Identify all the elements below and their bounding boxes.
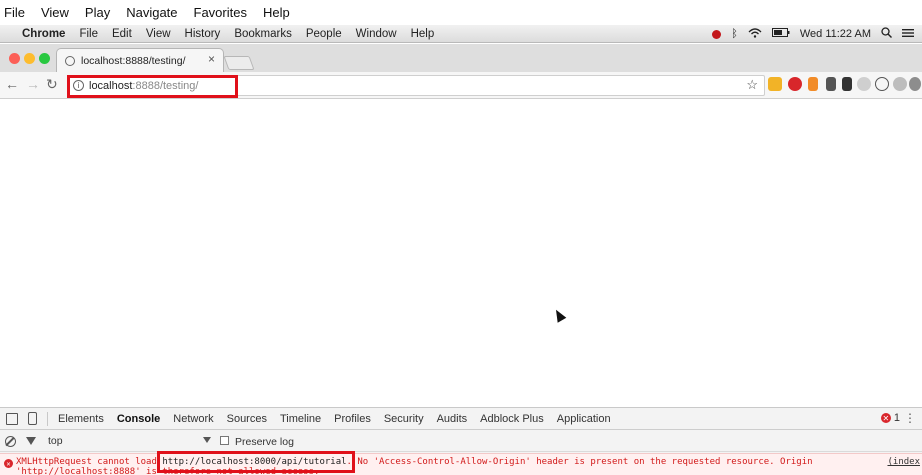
outer-menu-file[interactable]: File — [4, 5, 25, 20]
inspect-element-icon[interactable] — [6, 412, 18, 425]
console-source-link[interactable]: (index — [887, 457, 920, 467]
mac-menu-app-name[interactable]: Chrome — [22, 28, 65, 40]
context-dropdown-icon[interactable] — [203, 437, 211, 443]
extension-sync-icon[interactable] — [857, 77, 871, 91]
extension-pocket-icon[interactable] — [826, 77, 836, 91]
extension-timer-icon[interactable] — [875, 77, 889, 91]
extension-notes-icon[interactable] — [768, 77, 782, 91]
tab-favicon-icon — [65, 55, 75, 66]
wifi-icon[interactable] — [748, 27, 762, 41]
preserve-log-label: Preserve log — [235, 436, 294, 448]
mac-menu-file[interactable]: File — [79, 28, 98, 40]
macos-menubar: Chrome File Edit View History Bookmarks … — [0, 25, 922, 43]
new-tab-button[interactable] — [223, 56, 255, 70]
devtools-tab-timeline[interactable]: Timeline — [280, 413, 321, 425]
mac-menu-people[interactable]: People — [306, 28, 342, 40]
console-line-1: XMLHttpRequest cannot load http://localh… — [16, 457, 813, 467]
spotlight-search-icon[interactable] — [881, 27, 892, 41]
url-host: localhost — [89, 79, 133, 92]
divider — [47, 411, 48, 426]
url-path: :8888/testing/ — [132, 79, 199, 92]
browser-tab[interactable]: localhost:8888/testing/ × — [56, 48, 224, 72]
error-count: 1 — [893, 412, 900, 424]
address-bar[interactable]: i localhost:8888/testing/ ☆ — [67, 75, 765, 96]
devtools-tab-network[interactable]: Network — [173, 413, 213, 425]
error-icon: ✕ — [880, 413, 891, 423]
forward-button[interactable]: → — [26, 76, 40, 92]
devtools-panel: Elements Console Network Sources Timelin… — [0, 407, 922, 475]
console-text-prefix: XMLHttpRequest cannot load — [16, 457, 163, 467]
mac-menu-bookmarks[interactable]: Bookmarks — [234, 28, 292, 40]
bookmark-star-icon[interactable]: ☆ — [746, 77, 758, 93]
record-icon[interactable] — [712, 29, 722, 39]
extension-evernote-icon[interactable] — [842, 77, 852, 91]
devtools-tab-sources[interactable]: Sources — [227, 413, 267, 425]
outer-menu-view[interactable]: View — [41, 5, 69, 20]
window-close-icon[interactable] — [9, 53, 20, 64]
browser-toolbar: ← → ↻ i localhost:8888/testing/ ☆ — [0, 72, 922, 99]
tab-close-icon[interactable]: × — [208, 52, 215, 66]
console-line-2: 'http://localhost:8888' is therefore not… — [16, 467, 320, 475]
devtools-tab-elements[interactable]: Elements — [58, 413, 104, 425]
devtools-tab-audits[interactable]: Audits — [437, 413, 468, 425]
console-text-suffix: . No 'Access-Control-Allow-Origin' heade… — [346, 457, 813, 467]
menubar-status-area: ᛒ Wed 11:22 AM — [702, 25, 914, 43]
clear-console-icon[interactable] — [5, 435, 16, 447]
extension-feed-icon[interactable] — [808, 77, 818, 91]
window-minimize-icon[interactable] — [24, 53, 35, 64]
mac-menu-edit[interactable]: Edit — [112, 28, 132, 40]
tab-title: localhost:8888/testing/ — [81, 54, 186, 67]
console-error-message: ✕ XMLHttpRequest cannot load http://loca… — [0, 453, 922, 475]
console-toolbar: top Preserve log — [0, 431, 922, 452]
clock[interactable]: Wed 11:22 AM — [800, 28, 871, 40]
extension-cloud-icon[interactable] — [893, 77, 907, 91]
mac-menu-window[interactable]: Window — [356, 28, 397, 40]
filter-icon[interactable] — [26, 437, 36, 445]
outer-menu-navigate[interactable]: Navigate — [126, 5, 177, 20]
outer-menu-play[interactable]: Play — [85, 5, 110, 20]
outer-app-menubar: File View Play Navigate Favorites Help — [0, 0, 922, 25]
devtools-tab-application[interactable]: Application — [557, 413, 611, 425]
preserve-log-checkbox[interactable] — [220, 436, 229, 445]
mac-menu-history[interactable]: History — [185, 28, 221, 40]
mouse-cursor-icon — [551, 307, 567, 323]
window-zoom-icon[interactable] — [39, 53, 50, 64]
notification-center-icon[interactable] — [902, 28, 914, 41]
page-viewport[interactable] — [0, 99, 922, 407]
devtools-tab-bar: Elements Console Network Sources Timelin… — [0, 408, 922, 430]
reload-button[interactable]: ↻ — [46, 76, 58, 93]
outer-menu-help[interactable]: Help — [263, 5, 290, 20]
devtools-tab-security[interactable]: Security — [384, 413, 424, 425]
context-selector[interactable]: top — [48, 435, 63, 447]
battery-icon[interactable] — [771, 28, 790, 40]
mac-menu-view[interactable]: View — [146, 28, 171, 40]
console-url[interactable]: http://localhost:8000/api/tutorial — [162, 457, 346, 467]
devtools-tab-console[interactable]: Console — [117, 413, 160, 425]
console-error-icon: ✕ — [4, 459, 13, 468]
devtools-tab-adblock-plus[interactable]: Adblock Plus — [480, 413, 544, 425]
mac-menu-help[interactable]: Help — [411, 28, 435, 40]
bluetooth-icon[interactable]: ᛒ — [731, 28, 738, 40]
chrome-tab-strip: localhost:8888/testing/ × — [0, 44, 922, 72]
device-mode-icon[interactable] — [28, 412, 37, 425]
outer-menu-favorites[interactable]: Favorites — [194, 5, 247, 20]
site-info-icon[interactable]: i — [73, 80, 84, 91]
devtools-tab-profiles[interactable]: Profiles — [334, 413, 371, 425]
back-button[interactable]: ← — [5, 76, 19, 92]
error-count-badge[interactable]: ✕ 1 — [880, 412, 900, 424]
extension-adblock-icon[interactable] — [788, 77, 802, 91]
devtools-menu-icon[interactable]: ⋮ — [904, 411, 916, 425]
extension-misc-icon[interactable] — [909, 77, 921, 91]
